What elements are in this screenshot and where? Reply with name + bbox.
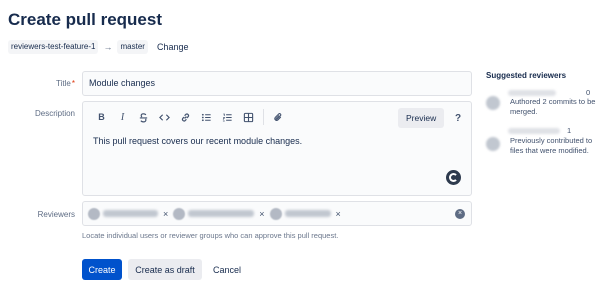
grammarly-icon[interactable] <box>446 170 461 185</box>
avatar <box>486 137 500 151</box>
description-label: Description <box>34 109 75 118</box>
reviewer-name-redacted <box>188 210 255 217</box>
numbered-list-button[interactable] <box>217 107 238 127</box>
avatar <box>486 96 500 110</box>
create-button[interactable]: Create <box>82 259 122 280</box>
attachment-button[interactable] <box>268 107 289 127</box>
destination-branch: master <box>117 40 148 54</box>
toolbar-divider <box>263 109 264 125</box>
strikethrough-icon <box>139 112 148 122</box>
description-editor[interactable]: B I Preview ? This pull request covers o… <box>82 101 472 196</box>
remove-reviewer-icon[interactable]: × <box>163 209 168 219</box>
link-icon <box>181 112 190 122</box>
bullet-list-icon <box>201 113 211 121</box>
reviewer-chip: × <box>173 207 265 221</box>
table-button[interactable] <box>238 107 259 127</box>
suggested-reviewer-item[interactable]: 0 Authored 2 commits to be merged. <box>486 88 596 122</box>
branch-row: reviewers-test-feature-1 → master Change <box>8 40 188 54</box>
reviewers-help-text: Locate individual users or reviewer grou… <box>82 231 339 240</box>
editor-toolbar: B I Preview ? <box>83 102 471 132</box>
remove-reviewer-icon[interactable]: × <box>336 209 341 219</box>
reviewer-chip: × <box>269 207 341 221</box>
reviewer-name-redacted <box>284 210 331 217</box>
title-input[interactable]: Module changes <box>82 71 472 96</box>
source-branch: reviewers-test-feature-1 <box>8 40 99 54</box>
code-button[interactable] <box>154 107 175 127</box>
create-draft-button[interactable]: Create as draft <box>128 259 202 280</box>
cancel-button[interactable]: Cancel <box>207 259 247 280</box>
title-label: Title* <box>56 79 75 88</box>
italic-button[interactable]: I <box>112 107 133 127</box>
avatar <box>269 207 282 220</box>
link-button[interactable] <box>175 107 196 127</box>
suggestion-count: 1 <box>567 126 572 135</box>
reviewer-name-redacted <box>508 128 560 134</box>
help-button[interactable]: ? <box>451 108 465 128</box>
clear-reviewers-icon[interactable]: × <box>455 209 465 219</box>
suggestion-reason: Authored 2 commits to be merged. <box>510 97 596 116</box>
strikethrough-button[interactable] <box>133 107 154 127</box>
remove-reviewer-icon[interactable]: × <box>259 209 264 219</box>
suggested-reviewers-title: Suggested reviewers <box>486 71 567 80</box>
reviewers-label: Reviewers <box>37 210 75 219</box>
avatar <box>88 207 100 220</box>
table-icon <box>243 112 254 122</box>
bullet-list-button[interactable] <box>196 107 217 127</box>
suggestion-reason: Previously contributed to files that wer… <box>510 136 593 155</box>
paperclip-icon <box>274 112 282 121</box>
description-text: This pull request covers our recent modu… <box>93 136 303 146</box>
code-icon <box>159 113 170 121</box>
bold-button[interactable]: B <box>91 107 112 127</box>
suggestion-count: 0 <box>586 88 591 97</box>
numbered-list-icon <box>222 113 232 121</box>
reviewers-field[interactable]: × × × × <box>82 201 472 226</box>
change-branches-link[interactable]: Change <box>157 42 189 52</box>
reviewer-chip: × <box>88 207 168 221</box>
required-mark: * <box>71 79 75 88</box>
preview-button[interactable]: Preview <box>398 108 445 128</box>
avatar <box>173 207 186 220</box>
page-title: Create pull request <box>8 10 162 29</box>
reviewer-name-redacted <box>103 210 158 217</box>
suggested-reviewer-item[interactable]: 1 Previously contributed to files that w… <box>486 125 596 171</box>
arrow-right-icon: → <box>103 42 113 52</box>
reviewer-name-redacted <box>508 90 556 96</box>
